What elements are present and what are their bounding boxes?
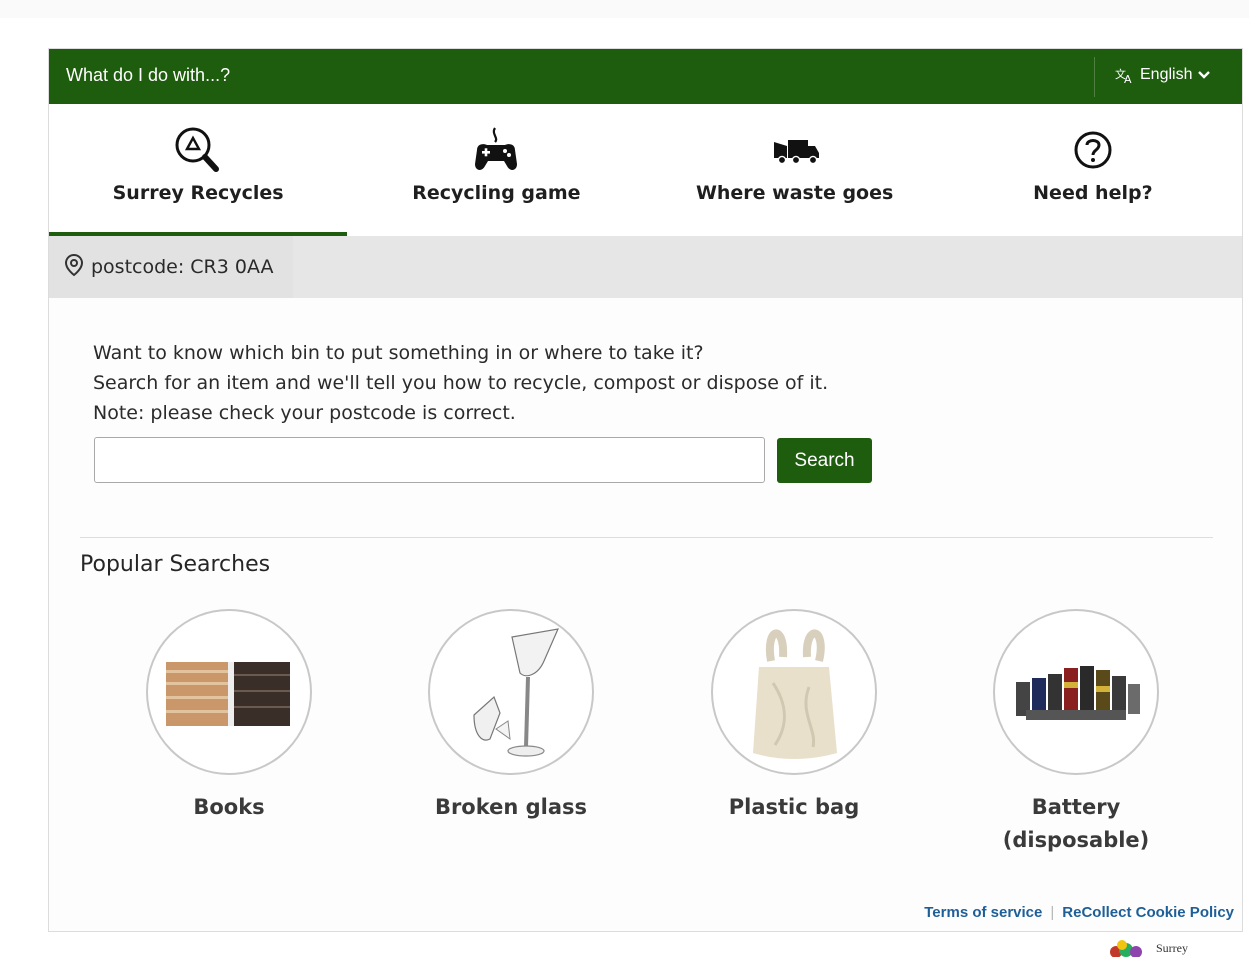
tab-where-waste-goes[interactable]: Where waste goes [646,104,944,236]
tab-label: Where waste goes [695,182,894,204]
plastic-bag-image [711,609,877,775]
broken-glass-image [428,609,594,775]
header-title: What do I do with...? [66,65,231,85]
popular-item-battery[interactable]: Battery (disposable) [956,609,1196,857]
header-bar: What do I do with...? 文 A English [49,49,1242,104]
postcode-selector[interactable]: postcode: CR3 0AA [49,236,293,298]
footer-links: Terms of service | ReCollect Cookie Poli… [924,904,1234,921]
recycle-search-icon [171,124,225,176]
postcode-label: postcode: CR3 0AA [91,256,274,278]
tab-label: Need help? [1033,182,1153,204]
recycling-widget: What do I do with...? 文 A English Surrey… [48,48,1243,932]
popular-item-label: Battery (disposable) [1002,795,1150,852]
popular-item-plastic-bag[interactable]: Plastic bag [674,609,914,824]
language-label: English [1140,66,1193,83]
gamepad-icon [469,124,523,176]
terms-of-service-link[interactable]: Terms of service [924,904,1042,921]
books-image [146,609,312,775]
cookie-policy-link[interactable]: ReCollect Cookie Policy [1062,904,1234,921]
tab-need-help[interactable]: Need help? [944,104,1242,236]
top-strip [0,0,1249,18]
popular-item-label: Books [193,795,265,819]
tab-label: Recycling game [412,182,581,204]
footer-separator: | [1050,904,1055,921]
popular-item-broken-glass[interactable]: Broken glass [391,609,631,824]
intro-text: Want to know which bin to put something … [93,338,828,428]
council-logo: Surrey [1108,940,1188,957]
tab-surrey-recycles[interactable]: Surrey Recycles [49,104,348,236]
translate-icon: 文 A [1115,66,1135,84]
svg-text:A: A [1124,73,1132,84]
popular-item-label: Broken glass [434,795,588,819]
language-selector[interactable]: 文 A English [1115,66,1211,84]
location-pin-icon [63,253,85,281]
chevron-down-icon [1197,70,1211,80]
search-button[interactable]: Search [777,438,872,483]
popular-searches-heading: Popular Searches [80,552,271,577]
popular-item-label: Plastic bag [728,795,860,819]
postcode-bar: postcode: CR3 0AA [49,236,1242,298]
popular-item-books[interactable]: Books [109,609,349,824]
search-input[interactable] [94,437,765,483]
question-circle-icon [1071,124,1115,176]
divider [80,537,1213,538]
truck-icon [768,124,822,176]
header-divider [1094,57,1095,97]
intro-line-3: Note: please check your postcode is corr… [93,402,516,424]
tab-bar: Surrey Recycles Recycling game Where was… [49,104,1242,236]
intro-line-1: Want to know which bin to put something … [93,342,704,364]
tab-label: Surrey Recycles [112,182,284,204]
tab-recycling-game[interactable]: Recycling game [347,104,645,236]
council-logo-mark [1110,940,1142,957]
intro-line-2: Search for an item and we'll tell you ho… [93,372,829,394]
batteries-image [993,609,1159,775]
council-name: Surrey [1156,941,1188,955]
